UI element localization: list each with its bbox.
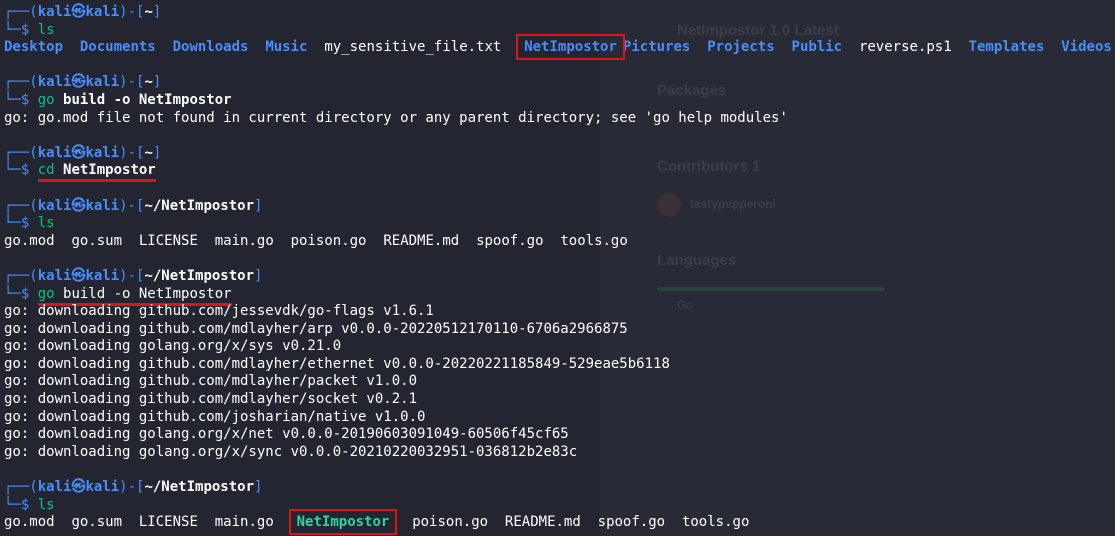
- download-output: go: downloading github.com/mdlayher/arp …: [4, 320, 628, 337]
- dir-pictures: Pictures: [622, 39, 691, 56]
- download-output: go: downloading github.com/mdlayher/sock…: [4, 391, 418, 408]
- command-line-build: └─$ go build -o NetImpostor: [4, 285, 1115, 306]
- command-line: └─$ ls: [4, 215, 55, 232]
- command-line-cd: └─$ cd NetImpostor: [4, 162, 1115, 183]
- prompt-top-line: ┌──(kali㉿kali)-[~]: [4, 144, 162, 161]
- dir-netimpostor-highlighted: NetImpostor: [516, 34, 625, 61]
- dir-desktop: Desktop: [4, 39, 64, 56]
- dir-documents: Documents: [79, 39, 156, 56]
- binary-netimpostor-highlighted: NetImpostor: [288, 509, 398, 536]
- error-output: go: go.mod file not found in current dir…: [4, 109, 788, 126]
- command-line: └─$ go build -o NetImpostor: [4, 91, 232, 108]
- dir-projects: Projects: [707, 39, 775, 56]
- dir-downloads: Downloads: [172, 39, 249, 56]
- dir-music: Music: [265, 39, 308, 56]
- prompt-top-line: ┌──(kali㉿kali)-[~]: [4, 74, 162, 91]
- prompt-top-line: ┌──(kali㉿kali)-[~/NetImpostor]: [4, 197, 263, 214]
- download-output: go: downloading github.com/josharian/nat…: [4, 408, 426, 425]
- file-reverse-ps1: reverse.ps1: [858, 39, 952, 56]
- download-output: go: downloading github.com/mdlayher/ethe…: [4, 355, 670, 372]
- download-output: go: downloading github.com/jessevdk/go-f…: [4, 303, 434, 320]
- download-output: go: downloading golang.org/x/sync v0.0.0…: [4, 443, 578, 460]
- download-output: go: downloading golang.org/x/sys v0.21.0: [4, 338, 342, 355]
- terminal-output[interactable]: ┌──(kali㉿kali)-[~] └─$ ls Desktop Docume…: [4, 4, 1115, 536]
- command-line: └─$ ls: [4, 496, 55, 513]
- prompt-top-line: ┌──(kali㉿kali)-[~/NetImpostor]: [4, 267, 263, 284]
- dir-public: Public: [791, 39, 843, 56]
- file-sensitive: my_sensitive_file.txt: [324, 39, 502, 56]
- download-output: go: downloading golang.org/x/net v0.0.0-…: [4, 426, 569, 443]
- ls-listing-project-built: go.mod go.sum LICENSE main.go NetImposto…: [4, 509, 1115, 536]
- prompt-top-line: ┌──(kali㉿kali)-[~]: [4, 4, 162, 20]
- download-output: go: downloading github.com/mdlayher/pack…: [4, 373, 418, 390]
- dir-videos: Videos: [1061, 39, 1112, 56]
- ls-listing-project: go.mod go.sum LICENSE main.go poison.go …: [4, 232, 628, 249]
- ls-listing-home: Desktop Documents Downloads Music my_sen…: [4, 34, 1115, 61]
- cd-underline: cd NetImpostor: [37, 162, 156, 183]
- prompt-top-line: ┌──(kali㉿kali)-[~/NetImpostor]: [4, 479, 263, 496]
- dir-templates: Templates: [968, 39, 1045, 56]
